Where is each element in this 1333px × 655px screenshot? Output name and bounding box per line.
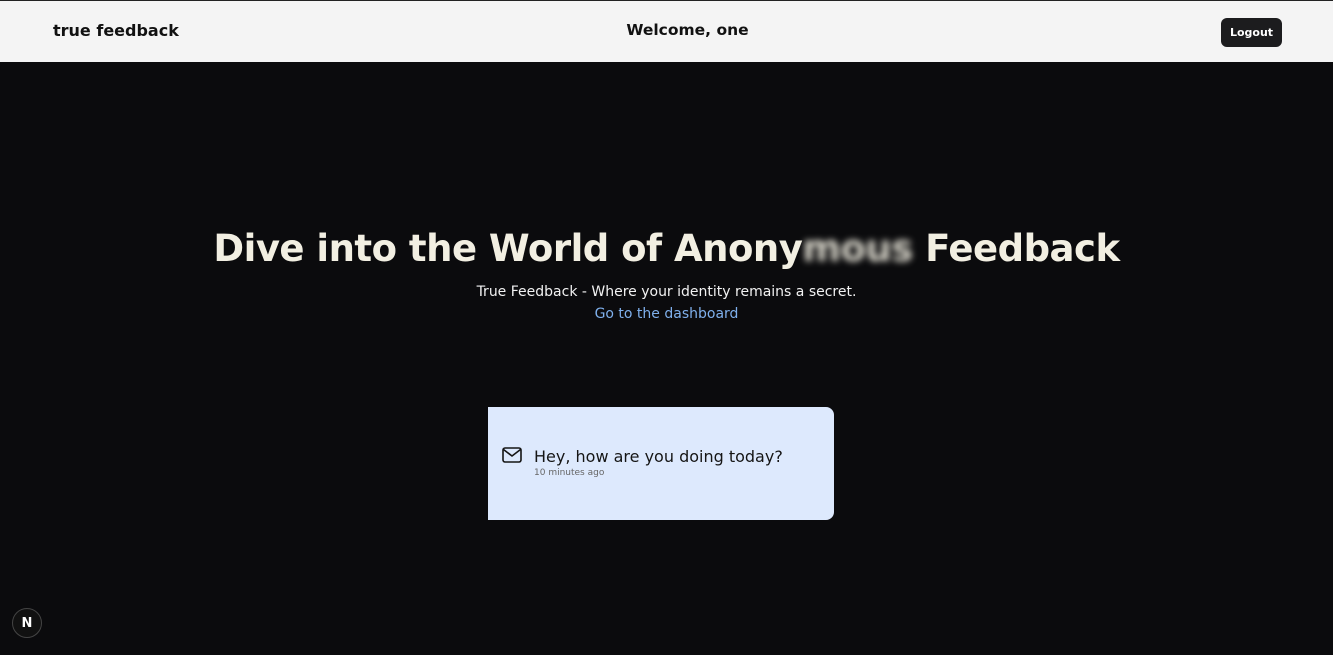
mail-icon xyxy=(502,447,522,463)
dashboard-link[interactable]: Go to the dashboard xyxy=(0,306,1333,322)
dev-tools-badge[interactable]: N xyxy=(12,608,42,638)
hero-subtitle: True Feedback - Where your identity rema… xyxy=(476,284,857,300)
message-card: Hey, how are you doing today? 10 minutes… xyxy=(488,407,834,520)
hero-title-part: Dive into the World of Anony xyxy=(213,227,803,270)
hero-title: Dive into the World of Anonymous Feedbac… xyxy=(0,227,1333,270)
hero-title-blurred-part: mous xyxy=(802,227,913,270)
main-content: Dive into the World of Anonymous Feedbac… xyxy=(0,62,1333,655)
hero-title-part: Feedback xyxy=(912,227,1120,270)
welcome-text: Welcome, one xyxy=(626,21,749,39)
message-text: Hey, how are you doing today? xyxy=(534,447,783,466)
logout-button[interactable]: Logout xyxy=(1221,18,1282,47)
message-timestamp: 10 minutes ago xyxy=(534,468,605,478)
top-navbar: true feedback Welcome, one Logout xyxy=(0,0,1333,62)
